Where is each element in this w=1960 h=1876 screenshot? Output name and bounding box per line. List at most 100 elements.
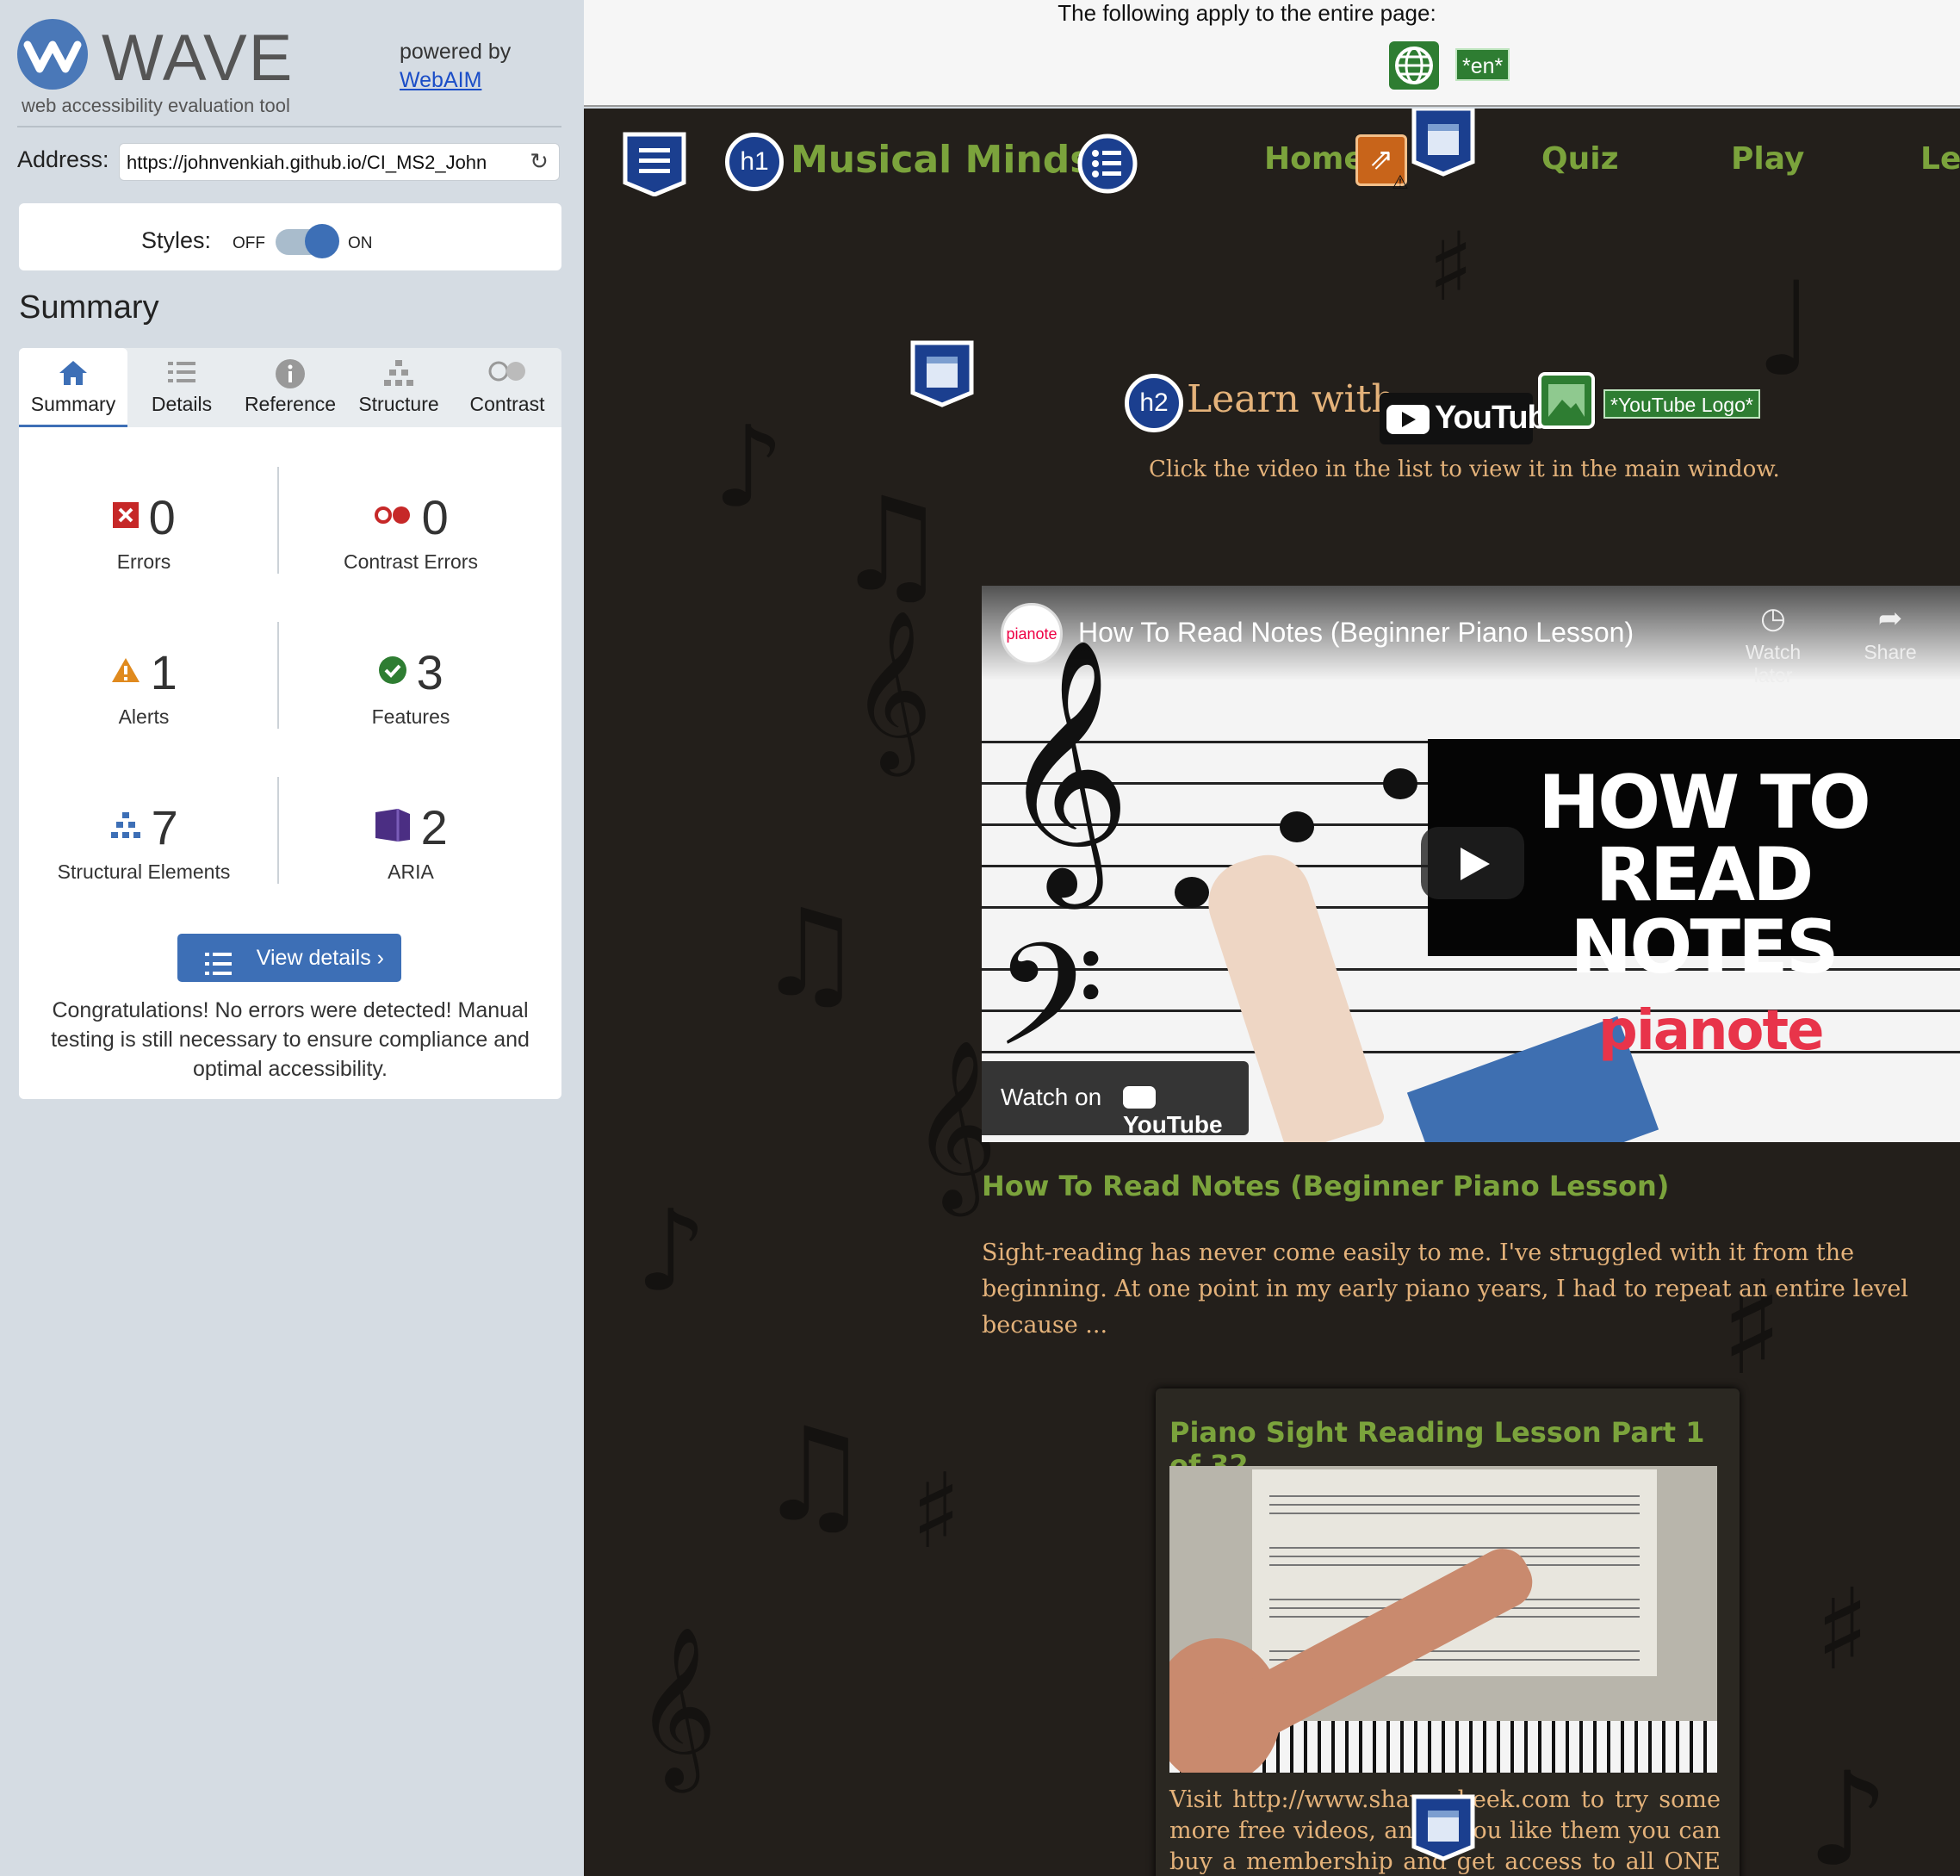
- video-thumbnail[interactable]: [1169, 1466, 1717, 1773]
- apply-text: The following apply to the entire page:: [1058, 0, 1436, 26]
- reload-icon[interactable]: ↻: [527, 150, 551, 174]
- note-icon: [1175, 877, 1209, 908]
- watch-later-button[interactable]: ◷ Watch later: [1726, 601, 1820, 687]
- language-badge[interactable]: *en*: [1455, 48, 1510, 81]
- wave-logo-icon: [17, 19, 88, 90]
- alt-text-badge[interactable]: *YouTube Logo*: [1603, 389, 1760, 419]
- staff-line: [1269, 1547, 1640, 1549]
- stat-features[interactable]: 3 Features: [286, 644, 536, 729]
- contrast-errors-label: Contrast Errors: [344, 550, 478, 573]
- feature-icon: [378, 655, 407, 689]
- stat-aria[interactable]: 2 ARIA: [286, 799, 536, 884]
- nav-quiz[interactable]: Quiz: [1541, 141, 1619, 177]
- divider: [17, 126, 561, 127]
- tab-label: Summary: [30, 393, 116, 415]
- share-button[interactable]: ➦ Share: [1843, 601, 1938, 664]
- learn-heading: Learn with: [1187, 377, 1396, 421]
- tab-contrast[interactable]: Contrast: [453, 348, 561, 427]
- list-icon: [203, 946, 234, 994]
- tab-label: Structure: [358, 393, 439, 415]
- share-icon: ➦: [1877, 602, 1903, 635]
- aria-count: 2: [420, 800, 448, 854]
- music-note-icon: ♩: [1755, 255, 1816, 405]
- note-icon: [1383, 768, 1417, 799]
- nav-home[interactable]: Home: [1264, 141, 1365, 177]
- music-note-icon: ♪: [713, 401, 785, 532]
- styles-off-label: OFF: [233, 234, 265, 252]
- stat-errors[interactable]: 0 Errors: [19, 489, 269, 574]
- address-input[interactable]: https://johnvenkiah.github.io/CI_MS2_Joh…: [119, 143, 560, 181]
- thumbnail-title: HOW TO READ NOTES: [1454, 766, 1953, 985]
- footer-region-icon[interactable]: [1411, 1793, 1476, 1866]
- youtube-logo: YouTube: [1123, 1084, 1249, 1139]
- contrast-errors-count: 0: [421, 490, 449, 544]
- site-title[interactable]: Musical Minds: [791, 138, 1092, 182]
- play-button[interactable]: [1421, 827, 1524, 899]
- tab-label: Details: [151, 393, 213, 415]
- stat-alerts[interactable]: 1 Alerts: [19, 644, 269, 729]
- nav-play[interactable]: Play: [1731, 141, 1804, 177]
- globe-icon[interactable]: [1389, 41, 1439, 90]
- tab-summary[interactable]: Summary: [19, 348, 127, 427]
- features-label: Features: [371, 705, 450, 728]
- webaim-link[interactable]: WebAIM: [400, 68, 511, 93]
- tab-bar: Summary Details Reference Structure Cont…: [19, 348, 561, 427]
- divider: [277, 467, 279, 574]
- music-note-icon: ♫: [756, 884, 865, 1024]
- sharp-icon: ♯: [911, 1452, 962, 1572]
- staff-line: [1269, 1556, 1640, 1557]
- share-label: Share: [1864, 641, 1917, 663]
- h2-badge[interactable]: h2: [1125, 374, 1183, 432]
- staff-line: [1269, 1564, 1640, 1566]
- watch-on-youtube-button[interactable]: Watch on YouTube: [982, 1061, 1249, 1138]
- contrast-icon: [453, 348, 561, 391]
- sharp-icon: ♯: [1428, 212, 1474, 322]
- sharp-icon: ♯: [1815, 1564, 1870, 1695]
- divider: [277, 622, 279, 729]
- tab-structure[interactable]: Structure: [344, 348, 453, 427]
- tab-details[interactable]: Details: [127, 348, 236, 427]
- youtube-play-icon: [1386, 405, 1430, 434]
- styles-toggle-knob[interactable]: [305, 224, 339, 258]
- warning-icon: ⚠: [1392, 172, 1409, 194]
- watch-later-label: Watch later: [1745, 641, 1802, 686]
- styles-toggle-box: Styles: OFF ON: [19, 203, 561, 270]
- h1-badge[interactable]: h1: [725, 133, 784, 191]
- error-icon: [112, 501, 140, 533]
- tab-reference[interactable]: Reference: [236, 348, 344, 427]
- errors-count: 0: [148, 490, 176, 544]
- thumbnail-line-2: READ NOTES: [1570, 832, 1839, 991]
- page-level-icons: The following apply to the entire page: …: [584, 0, 1960, 107]
- clef-icon: 𝄞: [851, 608, 933, 769]
- youtube-embed[interactable]: 𝄞 𝄢 HOW TO READ NOTES pianote pianote Ho…: [982, 586, 1960, 1142]
- watch-on-label: Watch on: [1001, 1084, 1102, 1110]
- alert-icon: [110, 656, 141, 688]
- home-icon: [19, 348, 127, 391]
- list-structure-icon[interactable]: [1076, 133, 1138, 198]
- powered-by-label: powered by: [400, 40, 512, 64]
- summary-title: Summary: [19, 289, 159, 326]
- note-icon: [1280, 811, 1314, 842]
- video-title[interactable]: How To Read Notes (Beginner Piano Lesson…: [1078, 617, 1634, 649]
- main-region-icon[interactable]: [909, 339, 975, 412]
- structure-icon: [344, 348, 453, 391]
- structural-label: Structural Elements: [57, 860, 231, 883]
- navigation-region-icon[interactable]: [1411, 109, 1476, 181]
- aria-icon: [374, 807, 412, 848]
- nav-learn[interactable]: Lea: [1920, 141, 1960, 177]
- list-icon: [127, 348, 236, 391]
- view-details-button[interactable]: View details ›: [177, 934, 401, 982]
- header-region-icon[interactable]: [622, 131, 687, 200]
- stat-contrast-errors[interactable]: 0 Contrast Errors: [286, 489, 536, 574]
- wave-logo-subtitle: web accessibility evaluation tool: [22, 95, 290, 116]
- alerts-label: Alerts: [118, 705, 170, 728]
- pianote-logo: pianote: [1598, 999, 1824, 1063]
- video-description: Sight-reading has never come easily to m…: [982, 1239, 1908, 1339]
- clock-icon: ◷: [1760, 602, 1786, 635]
- stat-structural[interactable]: 7 Structural Elements: [19, 799, 269, 884]
- congrats-message: Congratulations! No errors were detected…: [51, 998, 530, 1081]
- summary-panel: 0 Errors 0 Contrast Errors 1 Alerts 3 Fe…: [19, 427, 561, 1099]
- channel-avatar[interactable]: pianote: [1001, 603, 1063, 665]
- evaluated-page: ♪ ♫ ♯ ♩ 𝄞 ♪ ♫ 𝄞 ♪ ♯ ♫ ♯ ♯ 𝄞 ♪ h1 Musical…: [584, 109, 1960, 1876]
- image-alt-icon[interactable]: [1538, 372, 1595, 429]
